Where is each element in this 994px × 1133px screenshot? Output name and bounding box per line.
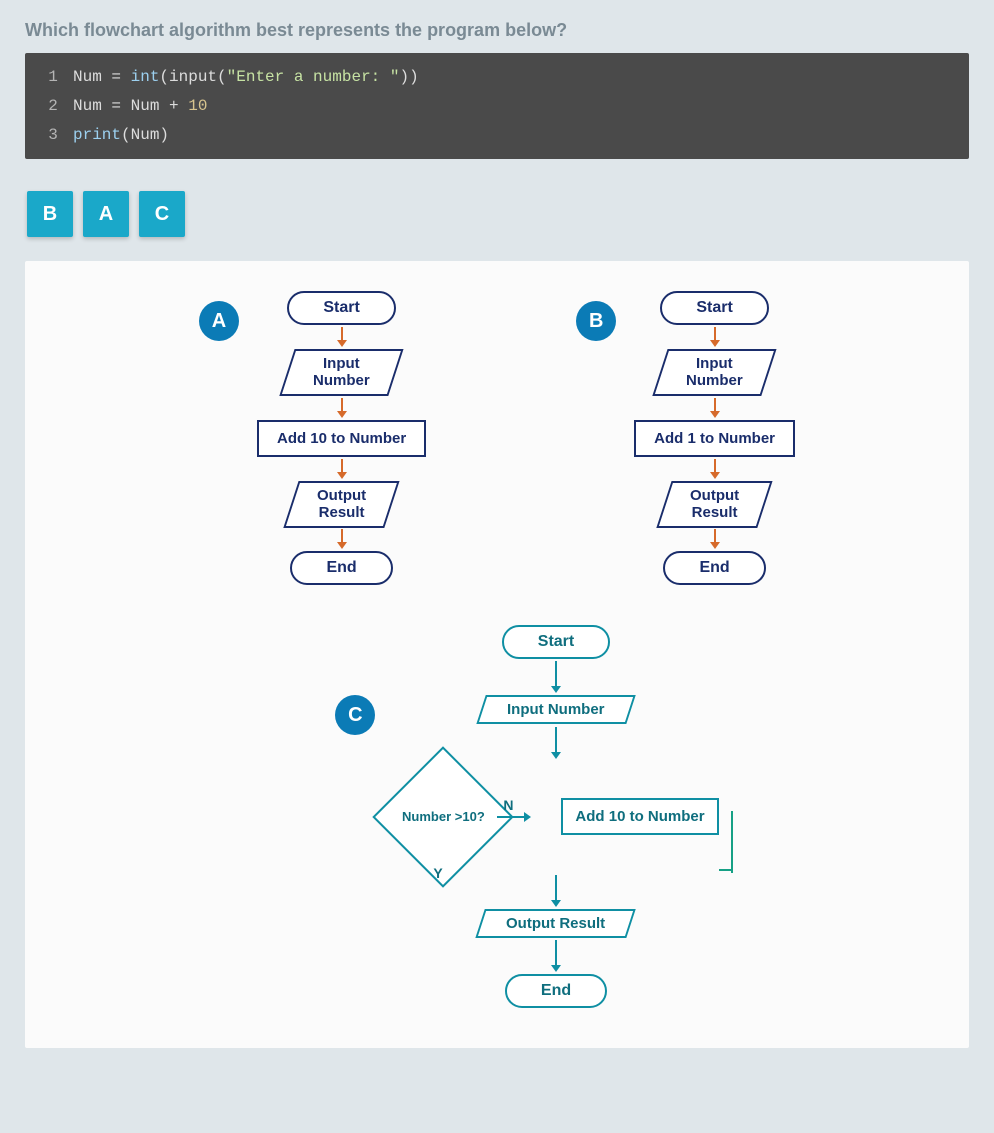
- process-rect: Add 10 to Number: [561, 798, 718, 835]
- question-text: Which flowchart algorithm best represent…: [25, 20, 969, 41]
- flowchart-b: B Start InputNumber Add 1 to Number Outp…: [576, 291, 795, 585]
- line-number: 2: [33, 92, 73, 121]
- answer-card-row: B A C: [27, 191, 969, 237]
- arrow-icon: [341, 398, 343, 414]
- code-text: print(Num): [73, 121, 169, 150]
- input-parallelogram: InputNumber: [280, 349, 404, 396]
- code-line-1: 1 Num = int(input("Enter a number: ")): [33, 63, 961, 92]
- line-number: 1: [33, 63, 73, 92]
- option-badge-a: A: [199, 301, 239, 341]
- loop-line: [503, 871, 733, 873]
- arrow-icon: [714, 529, 716, 545]
- branch-label-y: Y: [433, 865, 442, 881]
- arrow-icon: [555, 727, 557, 755]
- arrow-icon: [555, 661, 557, 689]
- arrow-icon: [555, 940, 557, 968]
- code-block: 1 Num = int(input("Enter a number: ")) 2…: [25, 53, 969, 159]
- arrow-icon: [714, 327, 716, 343]
- start-terminator: Start: [287, 291, 395, 325]
- arrow-icon: [341, 327, 343, 343]
- diagram-area: A Start InputNumber Add 10 to Number Out…: [25, 261, 969, 1048]
- arrow-icon: [341, 459, 343, 475]
- decision-diamond: Number >10?: [393, 767, 493, 867]
- start-terminator: Start: [660, 291, 768, 325]
- end-terminator: End: [663, 551, 765, 585]
- arrow-icon: [714, 459, 716, 475]
- code-text: Num = int(input("Enter a number: ")): [73, 63, 419, 92]
- arrow-icon: [714, 398, 716, 414]
- code-text: Num = Num + 10: [73, 92, 207, 121]
- output-parallelogram: OutputResult: [656, 481, 772, 528]
- output-parallelogram: OutputResult: [283, 481, 399, 528]
- flowchart-c: C Start Input Number Number >10? N Y Add…: [335, 625, 718, 1008]
- arrow-icon: [555, 875, 557, 903]
- arrow-icon: [341, 529, 343, 545]
- input-parallelogram: Input Number: [476, 695, 635, 724]
- end-terminator: End: [290, 551, 392, 585]
- input-parallelogram: InputNumber: [653, 349, 777, 396]
- code-line-2: 2 Num = Num + 10: [33, 92, 961, 121]
- flowchart-a: A Start InputNumber Add 10 to Number Out…: [199, 291, 426, 585]
- code-line-3: 3 print(Num): [33, 121, 961, 150]
- answer-card-c[interactable]: C: [139, 191, 185, 237]
- end-terminator: End: [505, 974, 607, 1008]
- answer-card-b[interactable]: B: [27, 191, 73, 237]
- decision-row: Number >10? N Y Add 10 to Number: [393, 761, 718, 873]
- start-terminator: Start: [502, 625, 610, 659]
- output-parallelogram: Output Result: [476, 909, 637, 938]
- option-badge-c: C: [335, 695, 375, 735]
- option-badge-b: B: [576, 301, 616, 341]
- arrow-icon: [497, 816, 527, 818]
- line-number: 3: [33, 121, 73, 150]
- process-rect: Add 10 to Number: [257, 420, 426, 457]
- process-rect: Add 1 to Number: [634, 420, 795, 457]
- loop-line: [719, 811, 733, 871]
- branch-label-n: N: [503, 797, 513, 813]
- answer-card-a[interactable]: A: [83, 191, 129, 237]
